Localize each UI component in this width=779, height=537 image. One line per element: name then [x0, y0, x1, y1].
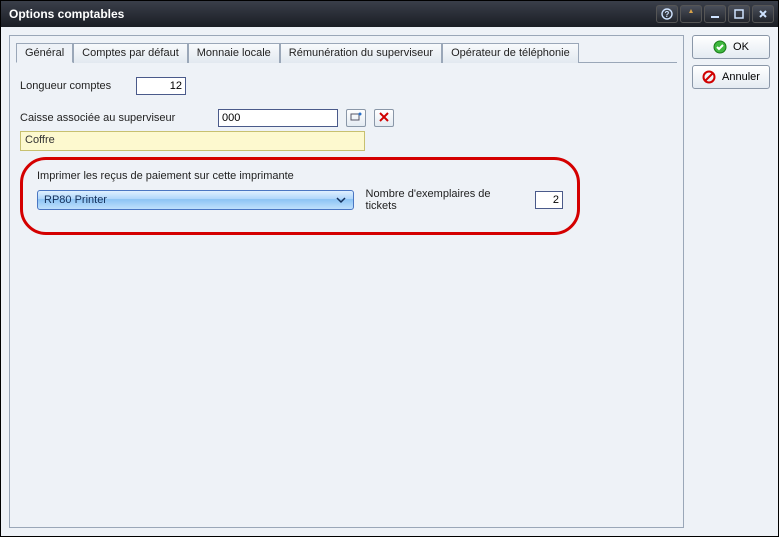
account-length-input[interactable] [136, 77, 186, 95]
tab-supervisor-pay[interactable]: Rémunération du superviseur [280, 43, 442, 63]
side-buttons: OK Annuler [692, 35, 770, 528]
tab-default-accounts[interactable]: Comptes par défaut [73, 43, 188, 63]
tab-label: Comptes par défaut [82, 47, 179, 59]
supervisor-cash-name-display: Coffre [20, 131, 365, 151]
titlebar: Options comptables ? [1, 1, 778, 27]
account-length-label: Longueur comptes [20, 80, 128, 92]
tab-local-currency[interactable]: Monnaie locale [188, 43, 280, 63]
svg-text:?: ? [665, 10, 670, 19]
options-window: Options comptables ? Général Comptes par… [0, 0, 779, 537]
printer-select[interactable]: RP80 Printer [37, 190, 354, 210]
picker-icon [350, 111, 362, 126]
ok-button-label: OK [733, 41, 749, 53]
supervisor-cash-input[interactable] [218, 109, 338, 127]
main-panel: Général Comptes par défaut Monnaie local… [9, 35, 684, 528]
cancel-button[interactable]: Annuler [692, 65, 770, 89]
supervisor-cash-row: Caisse associée au superviseur [20, 109, 673, 127]
tab-label: Rémunération du superviseur [289, 47, 433, 59]
forbidden-icon [702, 70, 716, 84]
pin-button[interactable] [680, 5, 702, 23]
cancel-button-label: Annuler [722, 71, 760, 83]
help-button[interactable]: ? [656, 5, 678, 23]
minimize-button[interactable] [704, 5, 726, 23]
maximize-button[interactable] [728, 5, 750, 23]
ok-button[interactable]: OK [692, 35, 770, 59]
account-length-row: Longueur comptes [20, 77, 673, 95]
red-x-icon [379, 112, 389, 125]
printer-group-label: Imprimer les reçus de paiement sur cette… [37, 170, 294, 182]
check-circle-icon [713, 40, 727, 54]
close-button[interactable] [752, 5, 774, 23]
printer-highlight-group: Imprimer les reçus de paiement sur cette… [20, 157, 580, 235]
tab-label: Général [25, 47, 64, 59]
tabstrip: Général Comptes par défaut Monnaie local… [10, 36, 683, 62]
window-title: Options comptables [9, 7, 654, 21]
copies-label: Nombre d'exemplaires de tickets [366, 188, 523, 212]
tab-label: Opérateur de téléphonie [451, 47, 570, 59]
supervisor-cash-name-text: Coffre [25, 134, 55, 146]
printer-select-value: RP80 Printer [44, 194, 333, 206]
supervisor-cash-clear-button[interactable] [374, 109, 394, 127]
tab-telephony-operator[interactable]: Opérateur de téléphonie [442, 43, 579, 63]
copies-input[interactable] [535, 191, 563, 209]
tab-label: Monnaie locale [197, 47, 271, 59]
supervisor-cash-lookup-button[interactable] [346, 109, 366, 127]
supervisor-cash-label: Caisse associée au superviseur [20, 112, 210, 124]
tab-general[interactable]: Général [16, 43, 73, 63]
window-body: Général Comptes par défaut Monnaie local… [1, 27, 778, 536]
tab-content-general: Longueur comptes Caisse associée au supe… [10, 63, 683, 249]
chevron-down-icon [333, 195, 349, 205]
